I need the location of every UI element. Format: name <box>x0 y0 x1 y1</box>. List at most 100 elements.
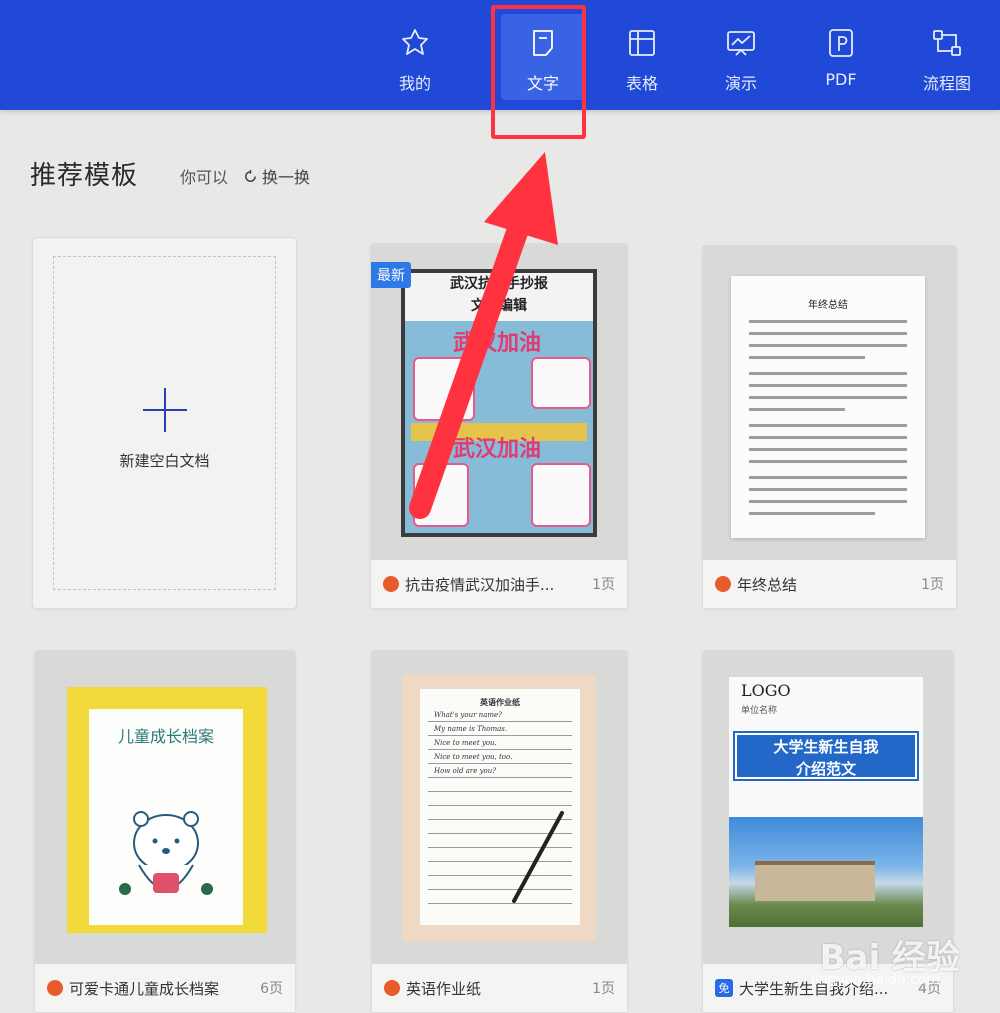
text-line <box>749 344 907 347</box>
section-title: 推荐模板 <box>30 161 139 191</box>
tab-mine[interactable]: 我的 <box>373 14 457 100</box>
poster-box <box>413 357 475 421</box>
pdf-icon <box>829 29 853 57</box>
template-thumbnail: 年终总结 <box>703 246 956 560</box>
template-footer: 英语作业纸 1页 <box>372 964 627 1012</box>
cover-title-line: 介绍范文 <box>795 760 856 778</box>
text-line <box>749 448 907 451</box>
template-pages: 6页 <box>260 981 283 997</box>
ruled-line <box>428 791 572 792</box>
template-thumbnail: 英语作业纸 What's your name? My name is Thoma… <box>372 651 627 964</box>
text-line <box>749 424 907 427</box>
text-line <box>749 356 865 359</box>
new-blank-label: 新建空白文档 <box>119 452 210 470</box>
ruled-line <box>428 763 572 764</box>
tab-label: 我的 <box>398 74 431 93</box>
plus-icon <box>143 388 187 432</box>
text-line <box>749 488 907 491</box>
star-icon <box>402 29 428 55</box>
highlight-annotation-box <box>491 5 586 139</box>
template-name: 英语作业纸 <box>406 979 482 998</box>
poster-box <box>531 463 591 527</box>
new-blank-document-card[interactable]: 新建空白文档 <box>32 237 297 609</box>
poster-box <box>531 357 591 409</box>
section-hint: 你可以 <box>180 168 229 187</box>
ruled-line <box>428 777 572 778</box>
lined-paper: 英语作业纸 What's your name? My name is Thoma… <box>420 689 580 925</box>
tab-label: 演示 <box>724 74 757 93</box>
wps-logo-icon <box>715 576 731 592</box>
tab-label: 表格 <box>625 74 658 93</box>
handwriting-line: How old are you? <box>434 767 497 775</box>
college-intro-preview: LOGO 单位名称 大学生新生自我 介绍范文 <box>729 677 923 927</box>
text-line <box>749 476 907 479</box>
refresh-label: 换一换 <box>262 168 311 187</box>
document-preview: 年终总结 <box>731 276 925 538</box>
tab-flowchart[interactable]: 流程图 <box>905 14 989 100</box>
tab-spreadsheet[interactable]: 表格 <box>600 14 684 100</box>
poster-heading: 武汉加油 <box>453 331 542 356</box>
wps-logo-icon <box>383 576 399 592</box>
presentation-icon <box>727 31 755 56</box>
ruled-line <box>428 749 572 750</box>
handwriting-line: My name is Thomas. <box>434 725 508 733</box>
text-line <box>749 500 907 503</box>
ruled-line <box>428 721 572 722</box>
cover-logo-subtitle: 单位名称 <box>741 706 778 716</box>
campus-photo <box>729 817 923 927</box>
template-footer: 年终总结 1页 <box>703 560 956 608</box>
cover-paper: 儿童成长档案 <box>89 709 243 925</box>
template-name: 年终总结 <box>737 575 798 594</box>
english-paper-preview: 英语作业纸 What's your name? My name is Thoma… <box>402 675 596 941</box>
paper-title: 英语作业纸 <box>480 698 520 707</box>
template-thumbnail: 最新 武汉抗疫手抄报 文字编辑 武汉加油 武汉加油 <box>371 244 627 560</box>
newest-badge: 最新 <box>371 262 411 288</box>
cover-preview: 儿童成长档案 <box>67 687 267 933</box>
refresh-icon <box>245 169 256 182</box>
template-card[interactable]: 儿童成长档案 可爱卡通儿童成长档案 6页 <box>34 650 296 1013</box>
template-pages: 1页 <box>921 577 944 593</box>
poster-heading: 武汉加油 <box>453 437 542 462</box>
text-line <box>749 320 907 323</box>
building-shape <box>755 861 875 901</box>
document-title: 年终总结 <box>808 300 848 311</box>
cover-title-line: 大学生新生自我 <box>773 738 879 756</box>
poster-header: 武汉抗疫手抄报 文字编辑 <box>405 273 593 321</box>
text-line <box>749 408 845 411</box>
template-footer: 可爱卡通儿童成长档案 6页 <box>35 964 295 1012</box>
text-line <box>749 372 907 375</box>
template-name: 抗击疫情武汉加油手... <box>405 575 555 594</box>
cover-logo-text: LOGO <box>741 681 791 700</box>
template-pages: 1页 <box>592 981 615 997</box>
template-card[interactable]: 英语作业纸 What's your name? My name is Thoma… <box>371 650 628 1013</box>
template-card[interactable]: 年终总结 年终总结 1页 <box>702 245 957 609</box>
tab-presentation[interactable]: 演示 <box>699 14 783 100</box>
flowchart-icon <box>933 30 961 56</box>
text-line <box>749 436 907 439</box>
poster-box <box>413 463 469 527</box>
refresh-button[interactable]: 换一换 <box>243 164 310 188</box>
handwriting-line: What's your name? <box>434 711 502 719</box>
watermark-url: jingyan.baidu.com <box>810 972 940 988</box>
template-pages: 1页 <box>592 577 615 593</box>
free-badge: 免 <box>715 979 733 997</box>
tab-pdf[interactable]: PDF <box>799 14 883 100</box>
poster-title: 武汉抗疫手抄报 <box>450 276 548 292</box>
ruled-line <box>428 805 572 806</box>
text-line <box>749 332 907 335</box>
template-thumbnail: 儿童成长档案 <box>35 651 295 964</box>
text-line <box>749 512 875 515</box>
handwriting-line: Nice to meet you. <box>434 739 497 747</box>
template-name: 可爱卡通儿童成长档案 <box>69 979 220 998</box>
template-card[interactable]: 最新 武汉抗疫手抄报 文字编辑 武汉加油 武汉加油 抗击疫情武汉加油手... 1… <box>370 243 628 609</box>
table-icon <box>629 30 655 56</box>
text-line <box>749 384 907 387</box>
pen-illustration <box>512 811 564 903</box>
wps-logo-icon <box>384 980 400 996</box>
cover-title-box: 大学生新生自我 介绍范文 <box>733 731 919 781</box>
text-line <box>749 396 907 399</box>
template-footer: 抗击疫情武汉加油手... 1页 <box>371 560 627 608</box>
poster-subtitle: 文字编辑 <box>471 298 527 314</box>
poster-preview: 武汉抗疫手抄报 文字编辑 武汉加油 武汉加油 <box>401 269 597 537</box>
tab-label: PDF <box>825 70 857 89</box>
